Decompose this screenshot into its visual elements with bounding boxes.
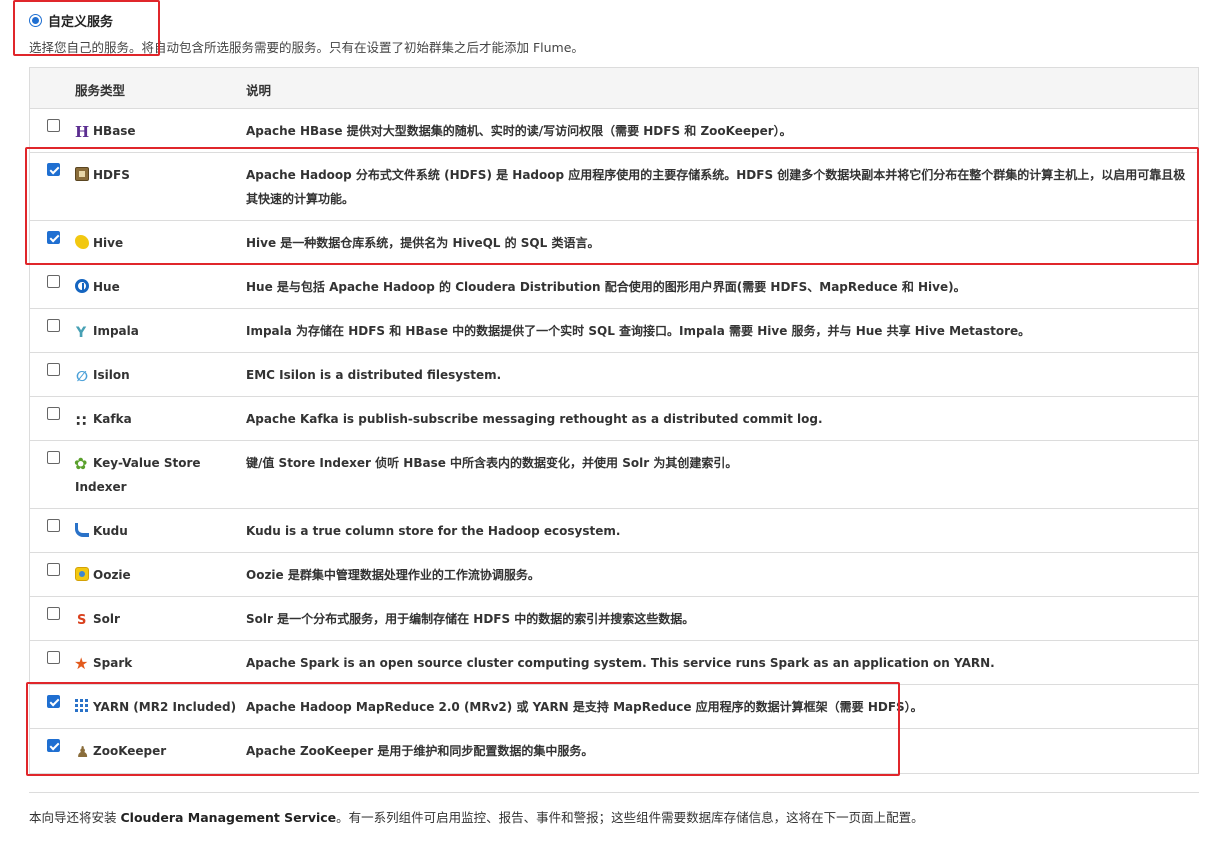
yarn-icon: [75, 699, 89, 713]
service-name: Isilon: [93, 368, 130, 382]
service-description: Apache ZooKeeper 是用于维护和同步配置数据的集中服务。: [246, 744, 594, 758]
service-row-yarn[interactable]: YARN (MR2 Included) Apache Hadoop MapRed…: [30, 685, 1198, 729]
service-description: Kudu is a true column store for the Hado…: [246, 524, 621, 538]
key-value-store-icon: [74, 452, 89, 476]
custom-services-title: 自定义服务: [48, 15, 114, 30]
service-row-zookeeper[interactable]: ZooKeeper Apache ZooKeeper 是用于维护和同步配置数据的…: [30, 729, 1198, 773]
service-row-hive[interactable]: Hive Hive 是一种数据仓库系统，提供名为 HiveQL 的 SQL 类语…: [30, 221, 1198, 265]
impala-icon: [75, 321, 89, 345]
service-name: Hive: [93, 236, 124, 250]
zookeeper-icon: [75, 740, 89, 764]
hbase-icon: [75, 120, 89, 144]
service-name: Hue: [93, 280, 120, 294]
custom-services-description: 选择您自己的服务。将自动包含所选服务需要的服务。只有在设置了初始群集之后才能添加…: [29, 40, 584, 55]
hive-icon: [75, 235, 89, 249]
service-row-isilon[interactable]: Isilon EMC Isilon is a distributed files…: [30, 353, 1198, 397]
service-name: Impala: [93, 324, 139, 338]
service-description: Solr 是一个分布式服务，用于编制存储在 HDFS 中的数据的索引并搜索这些数…: [246, 612, 695, 626]
isilon-checkbox[interactable]: [47, 363, 60, 376]
custom-services-radio[interactable]: [29, 14, 42, 27]
service-row-solr[interactable]: Solr Solr 是一个分布式服务，用于编制存储在 HDFS 中的数据的索引并…: [30, 597, 1198, 641]
service-name: Kudu: [93, 524, 128, 538]
kafka-checkbox[interactable]: [47, 407, 60, 420]
yarn-checkbox[interactable]: [47, 695, 60, 708]
service-row-key-value-store-indexer[interactable]: Key-Value Store Indexer 键/值 Store Indexe…: [30, 441, 1198, 509]
key-value-store-indexer-checkbox[interactable]: [47, 451, 60, 464]
header-description: 说明: [246, 83, 272, 98]
table-header: 服务类型 说明: [30, 68, 1198, 109]
service-row-kafka[interactable]: Kafka Apache Kafka is publish-subscribe …: [30, 397, 1198, 441]
services-table: 服务类型 说明 HBase Apache HBase 提供对大型数据集的随机、实…: [29, 67, 1199, 774]
header-service-type: 服务类型: [75, 83, 126, 98]
service-description: Apache Hadoop MapReduce 2.0 (MRv2) 或 YAR…: [246, 700, 923, 714]
service-row-kudu[interactable]: Kudu Kudu is a true column store for the…: [30, 509, 1198, 553]
service-description: Apache Spark is an open source cluster c…: [246, 656, 995, 670]
hdfs-checkbox[interactable]: [47, 163, 60, 176]
hbase-checkbox[interactable]: [47, 119, 60, 132]
service-name: Solr: [93, 612, 120, 626]
service-description: Apache Kafka is publish-subscribe messag…: [246, 412, 823, 426]
service-description: Hive 是一种数据仓库系统，提供名为 HiveQL 的 SQL 类语言。: [246, 236, 600, 250]
service-row-hue[interactable]: Hue Hue 是与包括 Apache Hadoop 的 Cloudera Di…: [30, 265, 1198, 309]
isilon-icon: [75, 365, 89, 389]
spark-icon: [74, 652, 89, 676]
service-description: EMC Isilon is a distributed filesystem.: [246, 368, 502, 382]
service-row-oozie[interactable]: Oozie Oozie 是群集中管理数据处理作业的工作流协调服务。: [30, 553, 1198, 597]
service-description: Hue 是与包括 Apache Hadoop 的 Cloudera Distri…: [246, 280, 966, 294]
footer-suffix: 。有一系列组件可启用监控、报告、事件和警报；这些组件需要数据库存储信息，这将在下…: [336, 810, 924, 825]
service-row-impala[interactable]: Impala Impala 为存储在 HDFS 和 HBase 中的数据提供了一…: [30, 309, 1198, 353]
custom-services-option[interactable]: 自定义服务: [29, 11, 113, 30]
service-name: Spark: [93, 656, 133, 670]
footer-service-name: Cloudera Management Service: [120, 810, 337, 825]
service-description: Apache Hadoop 分布式文件系统 (HDFS) 是 Hadoop 应用…: [246, 168, 1186, 206]
service-description: Apache HBase 提供对大型数据集的随机、实时的读/写访问权限（需要 H…: [246, 124, 792, 138]
service-name: HDFS: [93, 168, 130, 182]
zookeeper-checkbox[interactable]: [47, 739, 60, 752]
footer-divider: [29, 792, 1199, 793]
solr-checkbox[interactable]: [47, 607, 60, 620]
service-description: Oozie 是群集中管理数据处理作业的工作流协调服务。: [246, 568, 540, 582]
service-description: 键/值 Store Indexer 侦听 HBase 中所含表内的数据变化，并使…: [246, 456, 738, 470]
hue-checkbox[interactable]: [47, 275, 60, 288]
spark-checkbox[interactable]: [47, 651, 60, 664]
service-row-hdfs[interactable]: HDFS Apache Hadoop 分布式文件系统 (HDFS) 是 Hado…: [30, 153, 1198, 221]
service-name: ZooKeeper: [93, 744, 167, 758]
oozie-checkbox[interactable]: [47, 563, 60, 576]
service-row-hbase[interactable]: HBase Apache HBase 提供对大型数据集的随机、实时的读/写访问权…: [30, 109, 1198, 153]
service-description: Impala 为存储在 HDFS 和 HBase 中的数据提供了一个实时 SQL…: [246, 324, 1031, 338]
hive-checkbox[interactable]: [47, 231, 60, 244]
solr-icon: [75, 609, 89, 633]
service-name: Kafka: [93, 412, 132, 426]
impala-checkbox[interactable]: [47, 319, 60, 332]
oozie-icon: [75, 567, 89, 581]
service-name: Key-Value Store Indexer: [75, 456, 201, 494]
footer-note: 本向导还将安装 Cloudera Management Service。有一系列…: [29, 807, 924, 826]
footer-prefix: 本向导还将安装: [29, 810, 121, 825]
service-row-spark[interactable]: Spark Apache Spark is an open source clu…: [30, 641, 1198, 685]
service-name: YARN (MR2 Included): [93, 700, 237, 714]
kudu-checkbox[interactable]: [47, 519, 60, 532]
service-name: HBase: [93, 124, 136, 138]
kafka-icon: [75, 409, 89, 433]
service-name: Oozie: [93, 568, 131, 582]
kudu-icon: [75, 523, 89, 537]
hdfs-icon: [75, 167, 89, 181]
hue-icon: [75, 279, 89, 293]
